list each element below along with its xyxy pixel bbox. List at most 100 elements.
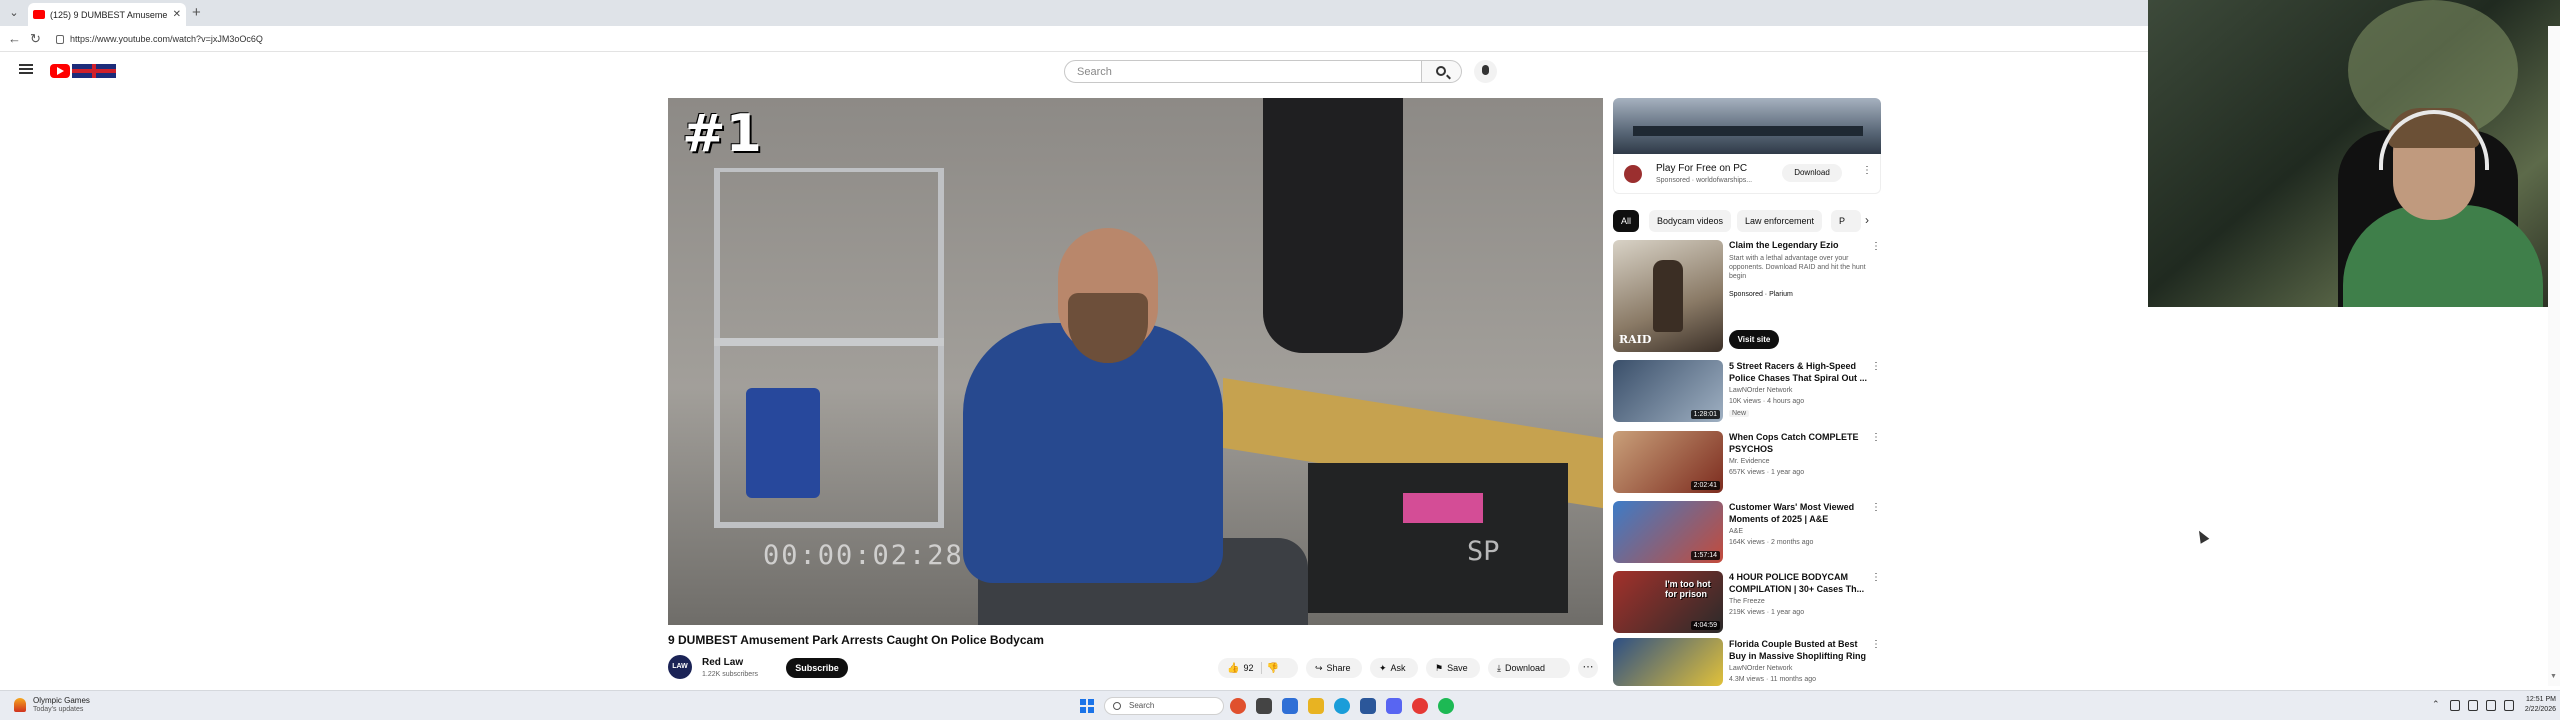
share-button[interactable]: ↪ Share <box>1306 658 1362 678</box>
search-input[interactable]: Search <box>1064 60 1422 83</box>
ad-banner-image[interactable] <box>1613 98 1881 154</box>
outlook-icon[interactable] <box>1360 698 1376 714</box>
clock-time[interactable]: 12:51 PM <box>2522 696 2556 703</box>
more-options-icon[interactable]: ⋮ <box>1871 502 1881 513</box>
sponsored-title[interactable]: Claim the Legendary Ezio <box>1729 240 1839 250</box>
recommendation-title[interactable]: 5 Street Racers & High-Speed Police Chas… <box>1729 360 1869 384</box>
chip-bodycam-videos[interactable]: Bodycam videos <box>1649 210 1732 232</box>
voice-search-button[interactable] <box>1474 60 1497 83</box>
country-flag-icon <box>72 64 116 78</box>
search-button[interactable] <box>1422 60 1462 83</box>
hamburger-menu-icon[interactable] <box>19 64 33 74</box>
ad-title[interactable]: Play For Free on PC <box>1656 163 1747 174</box>
channel-avatar[interactable]: LAW <box>668 655 692 679</box>
scroll-down-arrow-icon[interactable]: ▼ <box>2550 673 2557 680</box>
more-actions-button[interactable]: ⋯ <box>1578 658 1598 678</box>
discord-icon[interactable] <box>1386 698 1402 714</box>
more-options-icon[interactable]: ⋮ <box>1871 639 1881 650</box>
thumbnail-caption: I'm too hot for prison <box>1665 579 1711 599</box>
ad-download-button[interactable]: Download <box>1782 164 1842 182</box>
recommendation-thumbnail[interactable]: 1:28:01 <box>1613 360 1723 422</box>
recommendation-title[interactable]: When Cops Catch COMPLETE PSYCHOS <box>1729 431 1869 455</box>
recommendation-title[interactable]: Florida Couple Busted at Best Buy in Mas… <box>1729 638 1869 662</box>
like-count[interactable]: 92 <box>1243 663 1253 673</box>
taskbar-search-input[interactable]: Search <box>1104 697 1224 715</box>
video-frame-shelf-rail <box>714 338 944 346</box>
folder-icon[interactable] <box>1308 698 1324 714</box>
chip-law-enforcement[interactable]: Law enforcement <box>1737 210 1823 232</box>
webcam-overlay <box>2148 0 2560 307</box>
recommendation-channel[interactable]: LawNOrder Network <box>1729 665 1792 672</box>
windows-start-icon[interactable] <box>1080 699 1094 713</box>
recommendation-title[interactable]: 4 HOUR POLICE BODYCAM COMPILATION | 30+ … <box>1729 571 1869 595</box>
chip-partial[interactable]: P <box>1831 210 1861 232</box>
sponsored-recommendation[interactable]: RAID Claim the Legendary Ezio Start with… <box>1613 240 1881 352</box>
widgets-icon[interactable] <box>14 698 26 712</box>
volume-icon[interactable] <box>2468 700 2478 711</box>
spotify-icon[interactable] <box>1438 698 1454 714</box>
widgets-title[interactable]: Olympic Games <box>33 696 90 705</box>
copilot-icon[interactable] <box>1230 698 1246 714</box>
recommendation-thumbnail[interactable]: 2:02:41 <box>1613 431 1723 493</box>
recommendation-channel[interactable]: LawNOrder Network <box>1729 387 1792 394</box>
battery-icon[interactable] <box>2486 700 2496 711</box>
recommendation-item[interactable]: Florida Couple Busted at Best Buy in Mas… <box>1613 638 1881 686</box>
close-tab-icon[interactable]: ✕ <box>173 9 181 20</box>
chip-all[interactable]: All <box>1613 210 1640 232</box>
ad-sponsor: Sponsored · worldofwarships... <box>1656 177 1753 184</box>
recommendation-channel[interactable]: The Freeze <box>1729 598 1765 605</box>
reload-icon[interactable]: ↻ <box>30 31 41 47</box>
back-arrow-icon[interactable]: ← <box>8 31 21 46</box>
chevron-right-icon[interactable]: › <box>1865 213 1869 227</box>
ad-more-icon[interactable]: ⋮ <box>1862 165 1872 176</box>
file-explorer-icon[interactable] <box>1282 698 1298 714</box>
recommendation-item[interactable]: I'm too hot for prison 4:04:59 4 HOUR POLI… <box>1613 571 1881 637</box>
recommendation-channel[interactable]: Mr. Evidence <box>1729 458 1769 465</box>
more-options-icon[interactable]: ⋮ <box>1871 572 1881 583</box>
sponsored-more-icon[interactable]: ⋮ <box>1871 241 1881 252</box>
subscribe-button[interactable]: Subscribe <box>786 658 848 678</box>
save-button[interactable]: ⚑ Save <box>1426 658 1480 678</box>
video-overlay-rank: #1 <box>682 104 762 164</box>
tray-overflow-chevron-icon[interactable]: ⌃ <box>2432 699 2440 710</box>
subscriber-count: 1.22K subscribers <box>702 671 759 678</box>
recommendation-thumbnail[interactable] <box>1613 638 1723 686</box>
address-bar[interactable]: https://www.youtube.com/watch?v=jxJM3oOc… <box>52 30 2132 48</box>
youtube-logo-icon[interactable] <box>50 64 70 78</box>
video-player[interactable]: #1 00:00:02:28 SP <box>668 98 1603 625</box>
more-options-icon[interactable]: ⋮ <box>1871 432 1881 443</box>
page-scrollbar[interactable] <box>2548 26 2560 686</box>
browser-tab-active[interactable]: (125) 9 DUMBEST Amusement ✕ <box>28 3 186 26</box>
recommendation-title[interactable]: Customer Wars' Most Viewed Moments of 20… <box>1729 501 1869 525</box>
recommendation-thumbnail[interactable]: 1:57:14 <box>1613 501 1723 563</box>
recommendation-channel[interactable]: A&E <box>1729 528 1743 535</box>
youtube-favicon-icon <box>33 10 45 19</box>
network-icon[interactable] <box>2450 700 2460 711</box>
tab-list-dropdown-icon[interactable]: ⌄ <box>6 5 22 21</box>
task-view-icon[interactable] <box>1256 698 1272 714</box>
ad-info-row[interactable]: Play For Free on PC Sponsored · worldofw… <box>1613 154 1881 194</box>
notification-icon[interactable] <box>2504 700 2514 711</box>
recommendation-item[interactable]: 1:28:01 5 Street Racers & High-Speed Poli… <box>1613 360 1881 426</box>
sponsored-thumbnail[interactable]: RAID <box>1613 240 1723 352</box>
more-options-icon[interactable]: ⋮ <box>1871 361 1881 372</box>
thumb-up-icon[interactable]: 👍 <box>1227 663 1239 674</box>
recommendation-item[interactable]: 1:57:14 Customer Wars' Most Viewed Moment… <box>1613 501 1881 567</box>
recommendation-thumbnail[interactable]: I'm too hot for prison 4:04:59 <box>1613 571 1723 633</box>
new-tab-button[interactable]: + <box>192 5 201 21</box>
url-text[interactable]: https://www.youtube.com/watch?v=jxJM3oOc… <box>70 34 263 44</box>
ad-logo <box>1624 165 1642 183</box>
thumb-down-icon[interactable]: 👎 <box>1266 663 1278 674</box>
screen: ⌄ (125) 9 DUMBEST Amusement ✕ + ← ↻ http… <box>0 0 2560 720</box>
recommendation-item[interactable]: 2:02:41 When Cops Catch COMPLETE PSYCHOS M… <box>1613 431 1881 497</box>
ask-button[interactable]: ✦ Ask <box>1370 658 1418 678</box>
chrome-icon[interactable] <box>1412 698 1428 714</box>
download-button[interactable]: ⤓ Download <box>1488 658 1570 678</box>
lock-icon[interactable] <box>56 34 64 44</box>
video-frame-boxes <box>1308 463 1568 613</box>
channel-name[interactable]: Red Law <box>702 657 743 668</box>
edge-browser-icon[interactable] <box>1334 698 1350 714</box>
clock-date[interactable]: 2/22/2026 <box>2522 706 2556 713</box>
visit-site-button[interactable]: Visit site <box>1729 330 1779 349</box>
recommendation-meta: 4.3M views · 11 months ago <box>1729 676 1817 683</box>
